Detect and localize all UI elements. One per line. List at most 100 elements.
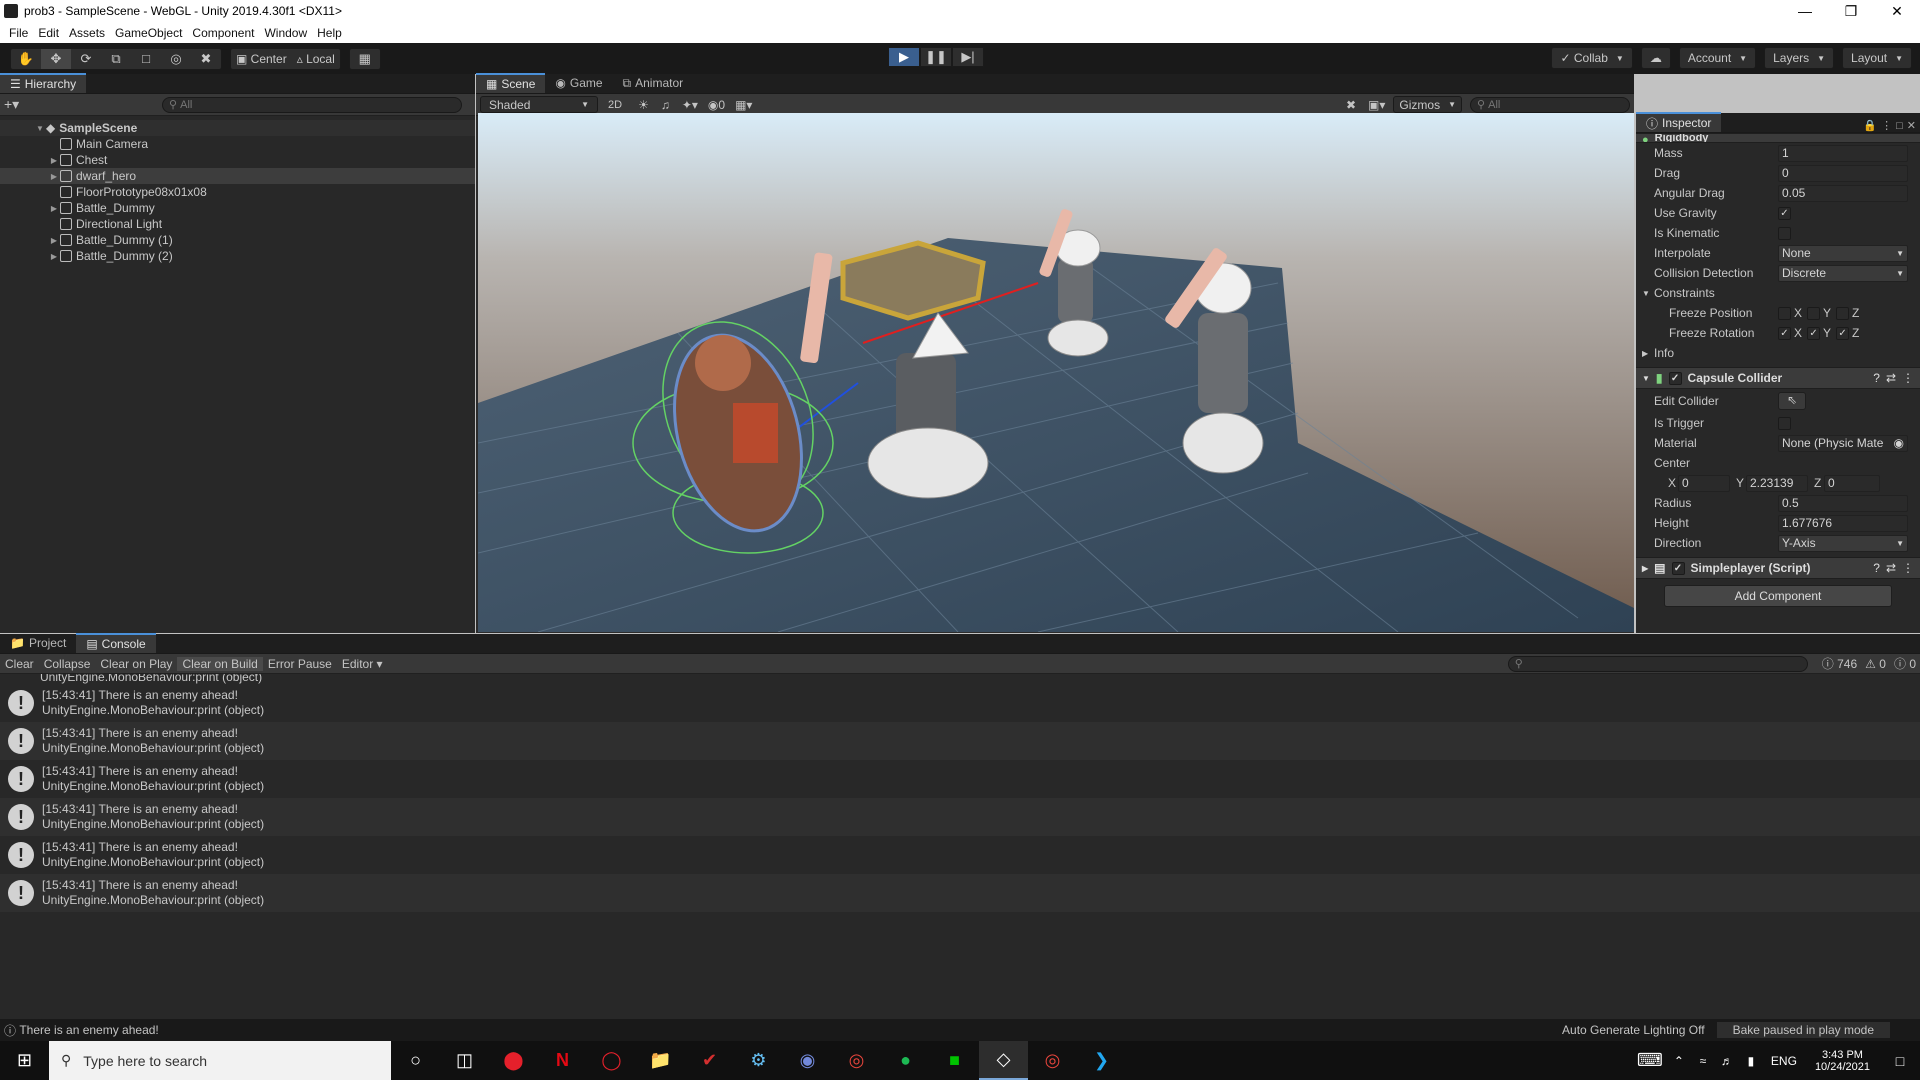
custom-tool-icon[interactable]: ✖	[191, 49, 221, 69]
is-kinematic-checkbox[interactable]	[1778, 226, 1791, 240]
audio-toggle-icon[interactable]: ♫	[661, 98, 670, 112]
hierarchy-item[interactable]: ▶ Chest	[0, 152, 475, 168]
center-x-field[interactable]: 0	[1678, 474, 1730, 492]
radius-field[interactable]: 0.5	[1778, 494, 1908, 512]
is-trigger-checkbox[interactable]	[1778, 416, 1791, 430]
direction-dropdown[interactable]: Y-Axis ▼	[1778, 534, 1908, 552]
console-log-entry[interactable]: ! [15:43:41] There is an enemy ahead! Unit…	[0, 874, 1920, 912]
hierarchy-search-input[interactable]: ⚲ All	[162, 96, 462, 113]
script-preset-icon[interactable]: ⇄	[1886, 561, 1896, 575]
expand-arrow-icon[interactable]: ▶	[48, 252, 60, 261]
rotate-tool-icon[interactable]: ⟳	[71, 49, 101, 69]
mode-2d-toggle[interactable]: 2D	[608, 99, 622, 111]
taskbar-search-input[interactable]: ⚲ Type here to search	[49, 1041, 391, 1080]
layers-dropdown[interactable]: Layers ▼	[1764, 47, 1835, 69]
script-menu-icon[interactable]: ⋮	[1902, 561, 1914, 575]
hierarchy-item[interactable]: ▶ dwarf_hero	[0, 168, 475, 184]
status-message[interactable]: There is an enemy ahead!	[19, 1023, 158, 1037]
pause-button[interactable]: ❚❚	[920, 47, 952, 67]
script-help-icon[interactable]: ?	[1873, 561, 1880, 575]
object-picker-icon[interactable]: ◉	[1894, 436, 1904, 450]
close-button[interactable]: ✕	[1874, 3, 1920, 20]
menu-gameobject[interactable]: GameObject	[110, 26, 187, 40]
language-indicator[interactable]: ENG	[1763, 1054, 1805, 1068]
create-button[interactable]: +▾	[4, 96, 32, 113]
interpolate-dropdown[interactable]: None ▼	[1778, 244, 1908, 262]
freeze-rot-z-checkbox[interactable]: ✓	[1836, 326, 1850, 340]
console-search-input[interactable]: ⚲	[1507, 655, 1808, 672]
rect-tool-icon[interactable]: □	[131, 49, 161, 69]
preset-icon[interactable]: ⇄	[1886, 371, 1896, 385]
center-z-field[interactable]: 0	[1824, 474, 1880, 492]
expand-arrow-icon[interactable]: ▶	[48, 236, 60, 245]
console-log-entry[interactable]: ! [15:43:41] There is an enemy ahead! Unit…	[0, 684, 1920, 722]
error-count-toggle[interactable]: ⓘ 0	[1890, 655, 1920, 672]
console-cut-entry[interactable]: UnityEngine.MonoBehaviour:print (object)	[0, 674, 1920, 684]
console-log-entry[interactable]: ! [15:43:41] There is an enemy ahead! Unit…	[0, 760, 1920, 798]
script-enabled-checkbox[interactable]: ✓	[1671, 561, 1685, 575]
console-log-entry[interactable]: ! [15:43:41] There is an enemy ahead! Unit…	[0, 722, 1920, 760]
maximize-panel-icon[interactable]: □	[1896, 120, 1907, 132]
tab-hierarchy[interactable]: ☰ Hierarchy	[0, 73, 87, 93]
lock-icon[interactable]: 🔒	[1863, 119, 1881, 132]
menu-edit[interactable]: Edit	[33, 26, 64, 40]
transform-tool-icon[interactable]: ◎	[161, 49, 191, 69]
windows-start-icon[interactable]: ⊞	[0, 1041, 49, 1080]
chrome-profile-icon[interactable]: ◎	[1028, 1041, 1077, 1080]
editor-dropdown[interactable]: Editor ▾	[337, 657, 388, 671]
pivot-local-button[interactable]: ▵ Local	[292, 49, 340, 69]
grid-dropdown-icon[interactable]: ▦▾	[735, 98, 752, 112]
gizmos-dropdown[interactable]: Gizmos ▼	[1393, 96, 1462, 113]
clear-on-build-button[interactable]: Clear on Build	[177, 656, 263, 671]
move-tool-icon[interactable]: ✥	[41, 48, 71, 69]
vscode-icon[interactable]: ❯	[1077, 1041, 1126, 1080]
account-dropdown[interactable]: Account ▼	[1678, 47, 1757, 69]
scene-viewport[interactable]	[478, 113, 1634, 632]
spotify-icon[interactable]: ●	[881, 1041, 930, 1080]
expand-arrow-icon[interactable]: ▶	[48, 204, 60, 213]
tab-project[interactable]: 📁 Project	[0, 633, 76, 653]
error-pause-button[interactable]: Error Pause	[263, 657, 337, 671]
netflix-icon[interactable]: N	[538, 1041, 587, 1080]
camera-dropdown-icon[interactable]: ▣▾	[1368, 98, 1385, 112]
drag-field[interactable]: 0	[1778, 164, 1908, 182]
unity-taskbar-icon[interactable]: ◇	[979, 1041, 1028, 1080]
tab-scene[interactable]: ▦ Scene	[476, 73, 546, 93]
expand-arrow-icon[interactable]: ▶	[48, 172, 60, 181]
edit-collider-button[interactable]: ⇖	[1778, 392, 1806, 410]
freeze-pos-y-checkbox[interactable]	[1807, 306, 1821, 320]
cloud-button[interactable]: ☁	[1640, 47, 1671, 69]
minimize-button[interactable]: —	[1782, 3, 1828, 20]
help-icon[interactable]: ?	[1873, 371, 1880, 385]
task-view-icon[interactable]: ◫	[440, 1041, 489, 1080]
material-field[interactable]: None (Physic Mate ◉	[1778, 434, 1908, 452]
wifi-icon[interactable]: ≈	[1691, 1041, 1715, 1080]
discord-icon[interactable]: ◉	[783, 1041, 832, 1080]
info-row[interactable]: ▶ Info	[1636, 343, 1920, 363]
step-button[interactable]: ▶|	[952, 47, 984, 67]
expand-arrow-icon[interactable]: ▼	[34, 124, 46, 133]
lighting-toggle-icon[interactable]: ☀	[638, 98, 649, 112]
console-log-entry[interactable]: ! [15:43:41] There is an enemy ahead! Unit…	[0, 836, 1920, 874]
scale-tool-icon[interactable]: ⧉	[101, 49, 131, 69]
menu-assets[interactable]: Assets	[64, 26, 110, 40]
hand-tool-icon[interactable]: ✋	[11, 49, 41, 69]
file-explorer-icon[interactable]: 📁	[636, 1041, 685, 1080]
close-panel-icon[interactable]: ✕	[1907, 119, 1920, 132]
steam-icon[interactable]: ⚙	[734, 1041, 783, 1080]
mass-field[interactable]: 1	[1778, 144, 1908, 162]
log-count-toggle[interactable]: ⓘ 746	[1818, 655, 1861, 672]
clear-on-play-button[interactable]: Clear on Play	[95, 657, 177, 671]
opera-gx-icon[interactable]: ◯	[587, 1041, 636, 1080]
maximize-button[interactable]: ❐	[1828, 3, 1874, 20]
freeze-pos-z-checkbox[interactable]	[1836, 306, 1850, 320]
menu-help[interactable]: Help	[312, 26, 347, 40]
menu-window[interactable]: Window	[259, 26, 312, 40]
play-button[interactable]: ▶	[888, 47, 920, 67]
tab-console[interactable]: ▤ Console	[76, 633, 156, 653]
hierarchy-scene-row[interactable]: ▼ ◆ SampleScene	[0, 120, 475, 136]
volume-icon[interactable]: ♬	[1715, 1041, 1739, 1080]
hierarchy-item[interactable]: Directional Light	[0, 216, 475, 232]
capsule-collider-header[interactable]: ▼ ▮ ✓ Capsule Collider ? ⇄ ⋮	[1636, 367, 1920, 389]
constraints-row[interactable]: ▼ Constraints	[1636, 283, 1920, 303]
